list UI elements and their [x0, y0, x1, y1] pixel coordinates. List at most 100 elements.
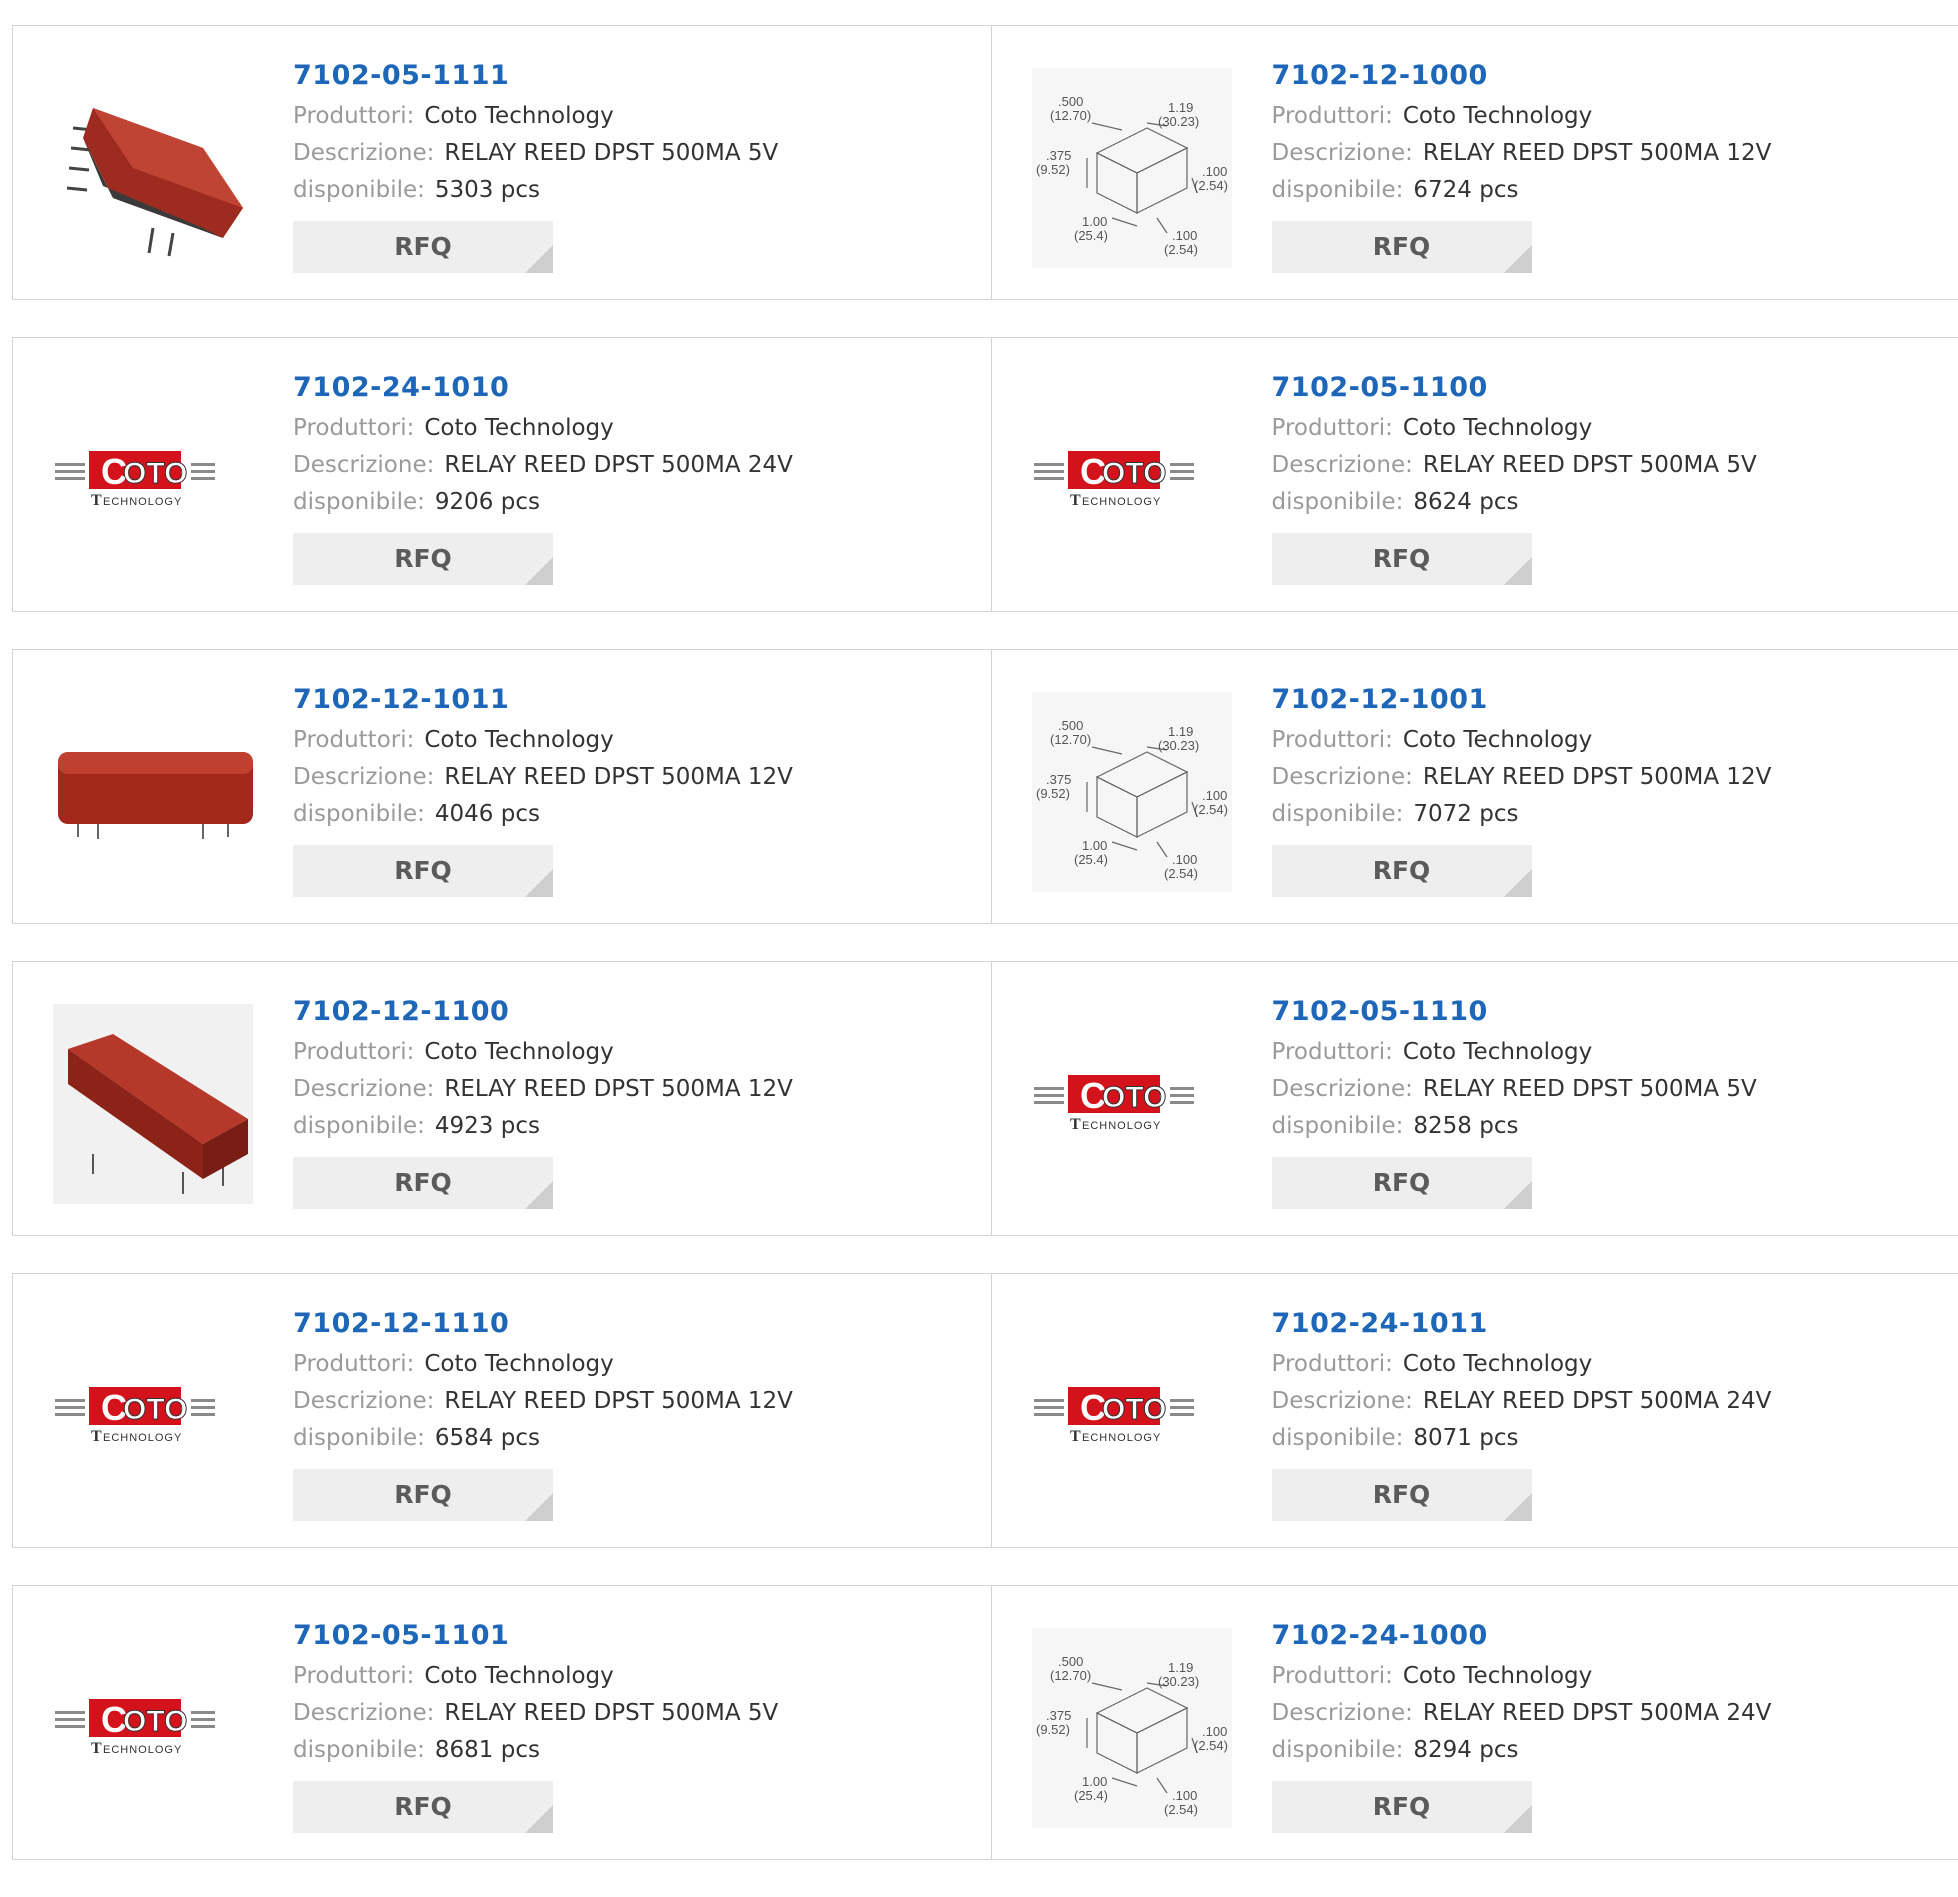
svg-text:(25.4): (25.4): [1074, 852, 1108, 867]
rfq-button[interactable]: RFQ: [293, 221, 553, 273]
product-image[interactable]: [53, 68, 253, 268]
svg-text:.100: .100: [1202, 164, 1227, 179]
product-image[interactable]: .500(12.70) 1.19(30.23) .375(9.52) .100(…: [1032, 1628, 1232, 1828]
product-card: C OTO T ECHNOLOGY 7102-05-1100 Produttor…: [991, 338, 1958, 611]
description-label: Descrizione:: [1272, 1076, 1413, 1102]
manufacturer-label: Produttori:: [1272, 1039, 1393, 1065]
product-image[interactable]: C OTO T ECHNOLOGY: [53, 1628, 253, 1828]
svg-text:(9.52): (9.52): [1036, 786, 1070, 801]
description-label: Descrizione:: [1272, 1700, 1413, 1726]
product-image[interactable]: C OTO T ECHNOLOGY: [53, 1316, 253, 1516]
description-label: Descrizione:: [1272, 764, 1413, 790]
available-label: disponibile:: [1272, 489, 1404, 515]
svg-text:.100: .100: [1172, 228, 1197, 243]
svg-text:1.19: 1.19: [1168, 100, 1193, 115]
rfq-button[interactable]: RFQ: [293, 533, 553, 585]
product-row: C OTO T ECHNOLOGY 7102-12-1110 Produttor…: [12, 1273, 1958, 1548]
part-number-link[interactable]: 7102-12-1110: [293, 1302, 793, 1346]
svg-text:.100: .100: [1202, 1724, 1227, 1739]
product-image[interactable]: C OTO T ECHNOLOGY: [1032, 1004, 1232, 1204]
rfq-button[interactable]: RFQ: [293, 1781, 553, 1833]
product-card: C OTO T ECHNOLOGY 7102-05-1101 Produttor…: [13, 1586, 991, 1859]
svg-text:OTO: OTO: [1102, 457, 1166, 490]
svg-text:OTO: OTO: [1102, 1081, 1166, 1114]
product-image[interactable]: [53, 1004, 253, 1204]
description-value: RELAY REED DPST 500MA 12V: [1423, 140, 1772, 166]
part-number-link[interactable]: 7102-12-1011: [293, 678, 793, 722]
available-label: disponibile:: [1272, 1737, 1404, 1763]
description-label: Descrizione:: [293, 1076, 434, 1102]
manufacturer-value: Coto Technology: [1403, 727, 1592, 753]
manufacturer-label: Produttori:: [293, 1351, 414, 1377]
stock-value: 5303 pcs: [435, 177, 540, 203]
product-image[interactable]: C OTO T ECHNOLOGY: [1032, 1316, 1232, 1516]
part-number-link[interactable]: 7102-12-1000: [1272, 54, 1772, 98]
product-card: C OTO T ECHNOLOGY 7102-12-1110 Produttor…: [13, 1274, 991, 1547]
svg-text:ECHNOLOGY: ECHNOLOGY: [103, 1744, 182, 1756]
description-value: RELAY REED DPST 500MA 5V: [1423, 452, 1757, 478]
coto-logo-icon: C OTO T ECHNOLOGY: [1032, 445, 1232, 515]
part-number-link[interactable]: 7102-05-1100: [1272, 366, 1757, 410]
dimension-diagram-icon: .500(12.70) 1.19(30.23) .375(9.52) .100(…: [1032, 692, 1232, 892]
rfq-button[interactable]: RFQ: [293, 845, 553, 897]
manufacturer-label: Produttori:: [293, 727, 414, 753]
description-value: RELAY REED DPST 500MA 24V: [1423, 1700, 1772, 1726]
product-image[interactable]: .500(12.70) 1.19(30.23) .375(9.52) .100(…: [1032, 692, 1232, 892]
part-number-link[interactable]: 7102-12-1100: [293, 990, 793, 1034]
svg-text:(9.52): (9.52): [1036, 1722, 1070, 1737]
manufacturer-label: Produttori:: [293, 103, 414, 129]
rfq-button[interactable]: RFQ: [1272, 221, 1532, 273]
product-row: 7102-12-1100 Produttori:Coto Technology …: [12, 961, 1958, 1236]
description-value: RELAY REED DPST 500MA 5V: [1423, 1076, 1757, 1102]
stock-value: 4046 pcs: [435, 801, 540, 827]
stock-value: 6724 pcs: [1413, 177, 1518, 203]
product-image[interactable]: C OTO T ECHNOLOGY: [1032, 380, 1232, 580]
manufacturer-value: Coto Technology: [1403, 1039, 1592, 1065]
description-value: RELAY REED DPST 500MA 24V: [444, 452, 793, 478]
rfq-button[interactable]: RFQ: [293, 1469, 553, 1521]
svg-text:.500: .500: [1058, 1654, 1083, 1669]
stock-value: 8258 pcs: [1413, 1113, 1518, 1139]
part-number-link[interactable]: 7102-24-1000: [1272, 1614, 1772, 1658]
rfq-button[interactable]: RFQ: [1272, 533, 1532, 585]
description-value: RELAY REED DPST 500MA 12V: [444, 1388, 793, 1414]
description-value: RELAY REED DPST 500MA 5V: [444, 140, 778, 166]
rfq-button[interactable]: RFQ: [1272, 1157, 1532, 1209]
rfq-button[interactable]: RFQ: [1272, 845, 1532, 897]
svg-text:ECHNOLOGY: ECHNOLOGY: [1082, 496, 1161, 508]
svg-text:OTO: OTO: [123, 1705, 187, 1738]
available-label: disponibile:: [1272, 1113, 1404, 1139]
svg-text:.100: .100: [1172, 852, 1197, 867]
product-image[interactable]: [53, 692, 253, 892]
description-label: Descrizione:: [293, 452, 434, 478]
available-label: disponibile:: [293, 1113, 425, 1139]
manufacturer-value: Coto Technology: [424, 1663, 613, 1689]
stock-value: 9206 pcs: [435, 489, 540, 515]
manufacturer-label: Produttori:: [1272, 727, 1393, 753]
svg-text:1.00: 1.00: [1082, 214, 1107, 229]
manufacturer-value: Coto Technology: [424, 103, 613, 129]
available-label: disponibile:: [293, 177, 425, 203]
svg-text:1.00: 1.00: [1082, 1774, 1107, 1789]
product-card: C OTO T ECHNOLOGY 7102-24-1010 Produttor…: [13, 338, 991, 611]
stock-value: 7072 pcs: [1413, 801, 1518, 827]
part-number-link[interactable]: 7102-24-1010: [293, 366, 793, 410]
dimension-diagram-icon: .500(12.70) 1.19(30.23) .375(9.52) .100(…: [1032, 1628, 1232, 1828]
product-image[interactable]: .500(12.70) 1.19(30.23) .375(9.52) .100(…: [1032, 68, 1232, 268]
rfq-button[interactable]: RFQ: [293, 1157, 553, 1209]
part-number-link[interactable]: 7102-24-1011: [1272, 1302, 1772, 1346]
part-number-link[interactable]: 7102-12-1001: [1272, 678, 1772, 722]
stock-value: 8071 pcs: [1413, 1425, 1518, 1451]
part-number-link[interactable]: 7102-05-1101: [293, 1614, 778, 1658]
description-label: Descrizione:: [293, 1700, 434, 1726]
rfq-button[interactable]: RFQ: [1272, 1781, 1532, 1833]
relay-photo-icon: [53, 1004, 253, 1204]
product-image[interactable]: C OTO T ECHNOLOGY: [53, 380, 253, 580]
product-card: C OTO T ECHNOLOGY 7102-05-1110 Produttor…: [991, 962, 1958, 1235]
product-card: C OTO T ECHNOLOGY 7102-24-1011 Produttor…: [991, 1274, 1958, 1547]
rfq-button[interactable]: RFQ: [1272, 1469, 1532, 1521]
svg-text:(30.23): (30.23): [1158, 1674, 1199, 1689]
part-number-link[interactable]: 7102-05-1110: [1272, 990, 1757, 1034]
manufacturer-value: Coto Technology: [1403, 415, 1592, 441]
part-number-link[interactable]: 7102-05-1111: [293, 54, 778, 98]
